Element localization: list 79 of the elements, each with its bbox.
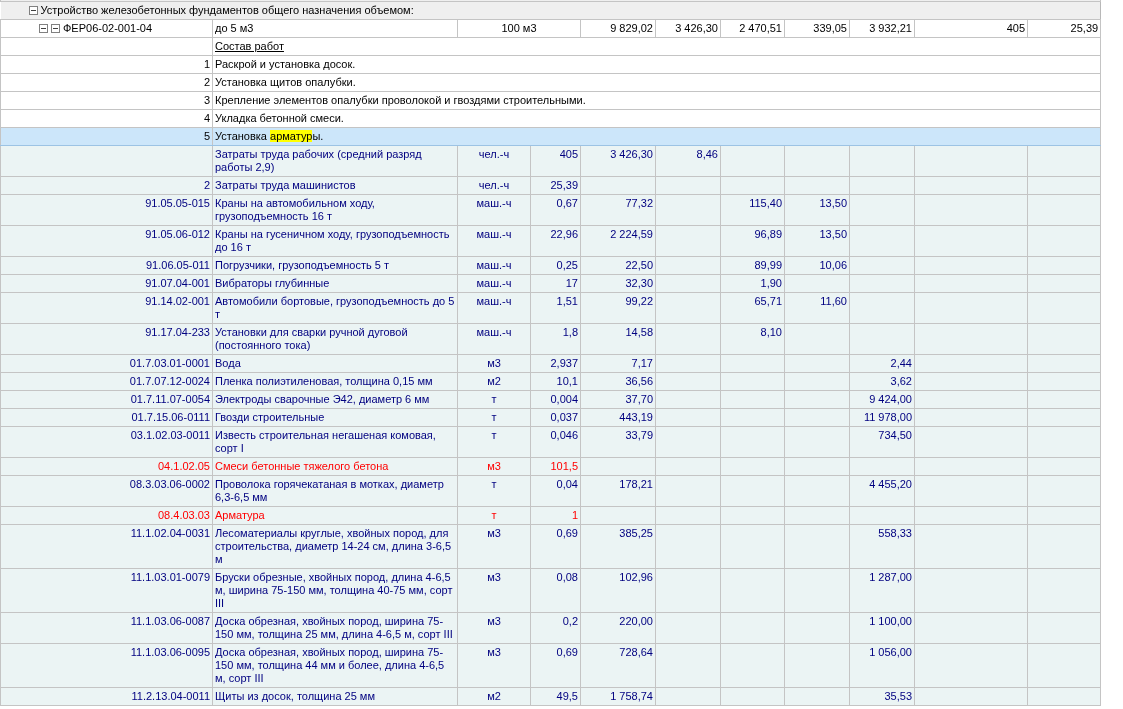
table-cell: 13,50 — [784, 194, 850, 226]
step-text: Установка арматуры. — [215, 130, 324, 142]
table-cell: 220,00 — [580, 612, 656, 644]
collapse-icon[interactable] — [28, 6, 38, 15]
table-cell: 3 426,30 — [580, 145, 656, 177]
table-cell: 8,46 — [655, 145, 721, 177]
table-cell: 405 — [530, 145, 581, 177]
group-title: Устройство железобетонных фундаментов общего назначения объемом: — [40, 4, 414, 17]
table-cell: 14,58 — [580, 323, 656, 355]
table-cell: 558,33 — [849, 524, 915, 569]
collapse-icon[interactable] — [51, 24, 60, 33]
table-cell: 11.1.03.06-0095 — [0, 643, 213, 688]
table-cell: 1 100,00 — [849, 612, 915, 644]
table-cell: 0,69 — [530, 643, 581, 688]
table-cell: Бруски обрезные, хвойных пород, длина 4-6,5 м, ширина 75-150 мм, толщина 40-75 мм, сорт III — [212, 568, 458, 613]
table-cell: 91.05.05-015 — [0, 194, 213, 226]
table-cell: 0,67 — [530, 194, 581, 226]
table-cell: 1,51 — [530, 292, 581, 324]
collapse-icon[interactable] — [39, 24, 48, 33]
table-cell: чел.-ч — [457, 145, 531, 177]
table-cell: м3 — [457, 612, 531, 644]
table-cell: 03.1.02.03-0011 — [0, 426, 213, 458]
table-cell: т — [457, 475, 531, 507]
table-cell: Доска обрезная, хвойных пород, ширина 75-150 мм, толщина 44 мм и более, длина 4-6,5 м, сорт III — [212, 643, 458, 688]
table-cell: 11,60 — [784, 292, 850, 324]
table-cell: 4 455,20 — [849, 475, 915, 507]
rate-code: ФЕР06-02-001-04 — [63, 22, 153, 35]
table-cell: Краны на автомобильном ходу, грузоподъемность 16 т — [212, 194, 458, 226]
table-cell: 96,89 — [720, 225, 785, 257]
table-cell: Затраты труда рабочих (средний разряд работы 2,9) — [212, 145, 458, 177]
table-cell: 1,8 — [530, 323, 581, 355]
table-cell: 1 056,00 — [849, 643, 915, 688]
section-heading: Состав работ — [215, 40, 284, 52]
table-cell: маш.-ч — [457, 323, 531, 355]
step-text: Установка щитов опалубки. — [215, 76, 356, 88]
table-cell: 102,96 — [580, 568, 656, 613]
table-cell: 734,50 — [849, 426, 915, 458]
table-cell: Автомобили бортовые, грузоподъемность до 5 т — [212, 292, 458, 324]
table-cell: 22,96 — [530, 225, 581, 257]
table-cell: Проволока горячекатаная в мотках, диаметр 6,3-6,5 мм — [212, 475, 458, 507]
table-cell: 33,79 — [580, 426, 656, 458]
table-cell: 1 287,00 — [849, 568, 915, 613]
table-cell: 8,10 — [720, 323, 785, 355]
table-cell: 11.1.02.04-0031 — [0, 524, 213, 569]
table-cell: 91.17.04-233 — [0, 323, 213, 355]
table-cell: 11.1.03.06-0087 — [0, 612, 213, 644]
table-cell: м3 — [457, 568, 531, 613]
table-cell: м3 — [457, 643, 531, 688]
step-text: Крепление элементов опалубки проволокой и гвоздями строительными. — [215, 94, 586, 106]
table-cell: 728,64 — [580, 643, 656, 688]
table-cell: маш.-ч — [457, 194, 531, 226]
table-cell: 178,21 — [580, 475, 656, 507]
table-cell: 91.05.06-012 — [0, 225, 213, 257]
table-cell: 99,22 — [580, 292, 656, 324]
table-cell: 11.1.03.01-0079 — [0, 568, 213, 613]
table-cell: м3 — [457, 524, 531, 569]
table-cell: маш.-ч — [457, 292, 531, 324]
table-cell: Известь строительная негашеная комовая, сорт I — [212, 426, 458, 458]
step-text: Раскрой и установка досок. — [215, 58, 356, 70]
table-cell: 0,04 — [530, 475, 581, 507]
table-cell: 0,046 — [530, 426, 581, 458]
table-cell: 115,40 — [720, 194, 785, 226]
table-cell: Краны на гусеничном ходу, грузоподъемность до 16 т — [212, 225, 458, 257]
table-cell: маш.-ч — [457, 225, 531, 257]
table-cell: Доска обрезная, хвойных пород, ширина 75-150 мм, толщина 25 мм, длина 4-6,5 м, сорт III — [212, 612, 458, 644]
table-cell: 0,08 — [530, 568, 581, 613]
table-cell: 2 224,59 — [580, 225, 656, 257]
table-cell: 0,2 — [530, 612, 581, 644]
step-text: Укладка бетонной смеси. — [215, 112, 344, 124]
table-cell: Установки для сварки ручной дуговой (постоянного тока) — [212, 323, 458, 355]
table-cell: 385,25 — [580, 524, 656, 569]
table-cell: т — [457, 426, 531, 458]
table-cell: 77,32 — [580, 194, 656, 226]
table-cell: Лесоматериалы круглые, хвойных пород, для строительства, диаметр 14-24 см, длина 3-6,5 м — [212, 524, 458, 569]
table-cell: 0,69 — [530, 524, 581, 569]
table-cell: 65,71 — [720, 292, 785, 324]
table-cell: 91.14.02-001 — [0, 292, 213, 324]
table-cell: 13,50 — [784, 225, 850, 257]
table-cell: 08.3.03.06-0002 — [0, 475, 213, 507]
